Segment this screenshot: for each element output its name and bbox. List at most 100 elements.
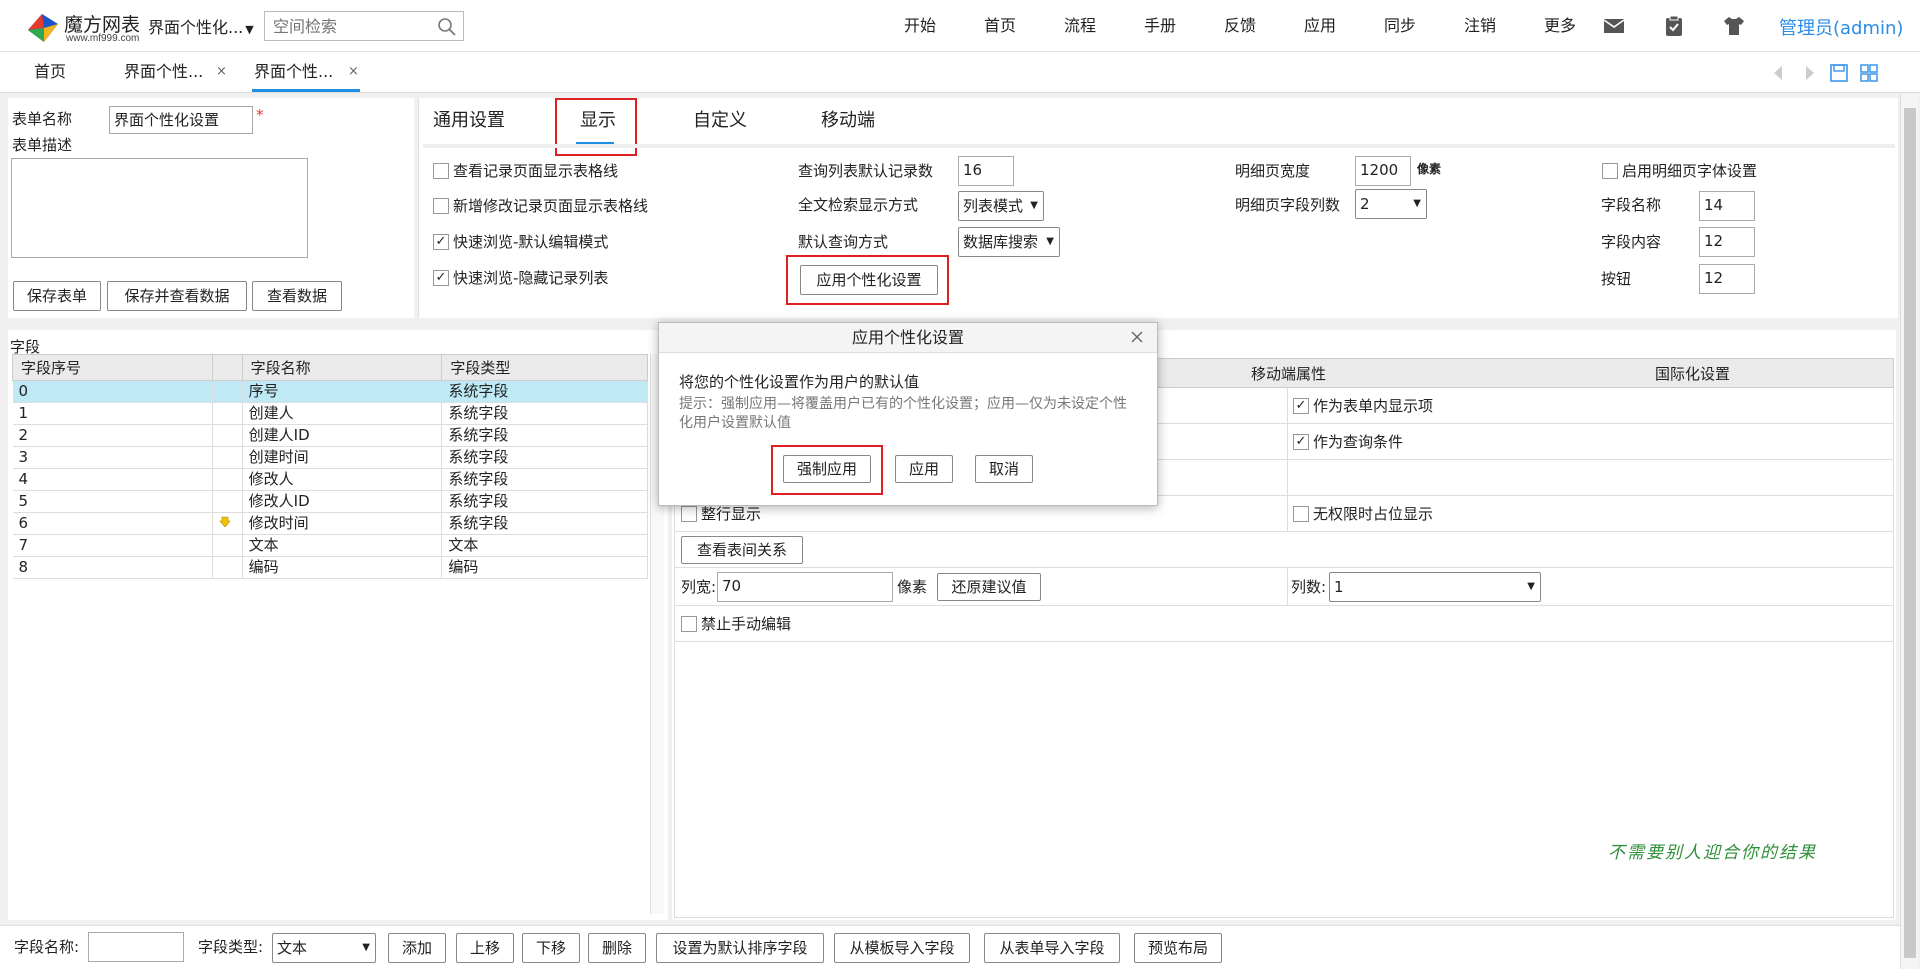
- view-data-button[interactable]: 查看数据: [252, 281, 342, 311]
- full-row-checkbox[interactable]: [681, 506, 697, 522]
- brand-url: www.mf999.com: [66, 33, 140, 44]
- detail-width-input[interactable]: 1200: [1355, 156, 1411, 186]
- delete-field-button[interactable]: 删除: [588, 933, 646, 963]
- tab-mobile[interactable]: 移动端: [821, 106, 875, 132]
- show-in-form-checkbox[interactable]: ✓: [1293, 398, 1309, 414]
- space-selector[interactable]: 界面个性化... ▼: [148, 14, 254, 38]
- cell-name: 文本: [242, 534, 443, 557]
- col-header-mark: [211, 354, 243, 381]
- cell-name: 编码: [242, 556, 443, 579]
- no-perm-placeholder-checkbox[interactable]: [1293, 506, 1309, 522]
- tab-customize[interactable]: 自定义: [693, 106, 747, 132]
- table-row[interactable]: 5 修改人ID 系统字段: [12, 490, 648, 513]
- table-row[interactable]: 8 编码 编码: [12, 556, 648, 579]
- table-row[interactable]: 1 创建人 系统字段: [12, 402, 648, 425]
- import-from-template-button[interactable]: 从模板导入字段: [834, 933, 970, 963]
- next-tab-icon[interactable]: [1798, 62, 1820, 84]
- nav-sync[interactable]: 同步: [1360, 0, 1440, 52]
- brand-logo[interactable]: 魔方网表 www.mf999.com: [24, 8, 144, 48]
- cell-type: 文本: [441, 534, 648, 557]
- nav-workflow[interactable]: 流程: [1040, 0, 1120, 52]
- watermark-text: 不需要别人迎合你的结果: [1608, 843, 1817, 863]
- cell-seq: 6: [12, 512, 213, 535]
- nav-more[interactable]: 更多: [1520, 0, 1600, 52]
- new-field-type-label: 字段类型:: [198, 938, 264, 956]
- clipboard-icon[interactable]: [1662, 14, 1686, 38]
- col-width-input[interactable]: 70: [717, 572, 893, 602]
- user-menu[interactable]: 管理员(admin): [1779, 14, 1903, 40]
- dialog-hint: 提示：强制应用—将覆盖用户已有的个性化设置；应用—仅为未设定个性化用户设置默认值: [679, 396, 1127, 431]
- import-from-form-button[interactable]: 从表单导入字段: [984, 933, 1120, 963]
- quick-browse-hide-checkbox[interactable]: ✓: [433, 270, 449, 286]
- table-row[interactable]: 6 修改时间 系统字段: [12, 512, 648, 535]
- as-query-checkbox[interactable]: ✓: [1293, 434, 1309, 450]
- table-row[interactable]: 4 修改人 系统字段: [12, 468, 648, 491]
- space-search-input[interactable]: [265, 12, 425, 40]
- restore-suggested-button[interactable]: 还原建议值: [937, 573, 1041, 601]
- as-query-label: 作为查询条件: [1313, 433, 1404, 451]
- select-value: 数据库搜索: [963, 233, 1039, 251]
- col-header-seq[interactable]: 字段序号: [12, 354, 213, 381]
- tab-label: 界面个性...: [254, 62, 334, 81]
- move-up-button[interactable]: 上移: [456, 933, 514, 963]
- view-relation-button[interactable]: 查看表间关系: [681, 536, 803, 564]
- add-field-button[interactable]: 添加: [388, 933, 446, 963]
- close-icon[interactable]: [1127, 327, 1147, 347]
- table-row[interactable]: 7 文本 文本: [12, 534, 648, 557]
- field-table: 字段序号 字段名称 字段类型 0 序号 系统字段 1 创建人 系统字段 2 创建人ID 系统…: [12, 354, 648, 579]
- save-form-button[interactable]: 保存表单: [13, 281, 101, 311]
- table-row[interactable]: 3 创建时间 系统字段: [12, 446, 648, 469]
- col-count-select[interactable]: 1 ▼: [1329, 572, 1541, 602]
- mail-icon[interactable]: [1602, 14, 1626, 38]
- nav-icons: [1602, 14, 1746, 38]
- move-down-button[interactable]: 下移: [522, 933, 580, 963]
- enable-font-setting-checkbox[interactable]: [1602, 163, 1618, 179]
- col-header-name[interactable]: 字段名称: [241, 354, 443, 381]
- tshirt-icon[interactable]: [1722, 14, 1746, 38]
- save-and-view-button[interactable]: 保存并查看数据: [107, 281, 247, 311]
- table-row[interactable]: 0 序号 系统字段: [12, 380, 648, 403]
- save-layout-icon[interactable]: [1828, 62, 1850, 84]
- font-field-name-input[interactable]: 14: [1699, 191, 1755, 221]
- caret-down-icon: ▼: [1046, 236, 1054, 247]
- close-icon[interactable]: ×: [216, 52, 227, 92]
- new-field-type-select[interactable]: 文本 ▼: [272, 933, 376, 963]
- show-gridlines-view-checkbox[interactable]: [433, 163, 449, 179]
- nav-manual[interactable]: 手册: [1120, 0, 1200, 52]
- apply-button[interactable]: 应用: [895, 455, 953, 483]
- prev-tab-icon[interactable]: [1768, 62, 1790, 84]
- cancel-button[interactable]: 取消: [975, 455, 1033, 483]
- nav-feedback[interactable]: 反馈: [1200, 0, 1280, 52]
- grid-layout-icon[interactable]: [1858, 62, 1880, 84]
- table-row[interactable]: 2 创建人ID 系统字段: [12, 424, 648, 447]
- cell-type: 编码: [441, 556, 648, 579]
- new-field-name-input[interactable]: [88, 932, 184, 962]
- no-manual-edit-checkbox[interactable]: [681, 616, 697, 632]
- search-icon[interactable]: [437, 17, 457, 37]
- close-icon[interactable]: ×: [348, 52, 359, 92]
- scrollbar-thumb[interactable]: [1904, 108, 1916, 958]
- detail-cols-select[interactable]: 2 ▼: [1355, 189, 1427, 219]
- cell-mark: [212, 556, 243, 579]
- page-scrollbar[interactable]: [1900, 94, 1918, 969]
- preview-layout-button[interactable]: 预览布局: [1134, 933, 1222, 963]
- fulltext-display-select[interactable]: 列表模式 ▼: [958, 191, 1044, 221]
- form-name-input[interactable]: 界面个性化设置: [109, 106, 253, 134]
- nav-start[interactable]: 开始: [880, 0, 960, 52]
- default-records-input[interactable]: 16: [958, 156, 1014, 186]
- set-default-sort-button[interactable]: 设置为默认排序字段: [656, 933, 824, 963]
- tab-custom-ui-2[interactable]: 界面个性... ×: [252, 52, 360, 92]
- nav-home[interactable]: 首页: [960, 0, 1040, 52]
- tab-general-settings[interactable]: 通用设置: [433, 106, 505, 132]
- tab-custom-ui-1[interactable]: 界面个性... ×: [124, 52, 234, 92]
- nav-apps[interactable]: 应用: [1280, 0, 1360, 52]
- form-desc-textarea[interactable]: [11, 158, 308, 258]
- font-button-input[interactable]: 12: [1699, 264, 1755, 294]
- quick-browse-edit-checkbox[interactable]: ✓: [433, 234, 449, 250]
- show-gridlines-edit-checkbox[interactable]: [433, 198, 449, 214]
- col-header-type[interactable]: 字段类型: [441, 354, 648, 381]
- default-query-select[interactable]: 数据库搜索 ▼: [958, 227, 1060, 257]
- tab-home[interactable]: 首页: [34, 52, 66, 92]
- font-field-content-input[interactable]: 12: [1699, 227, 1755, 257]
- nav-logout[interactable]: 注销: [1440, 0, 1520, 52]
